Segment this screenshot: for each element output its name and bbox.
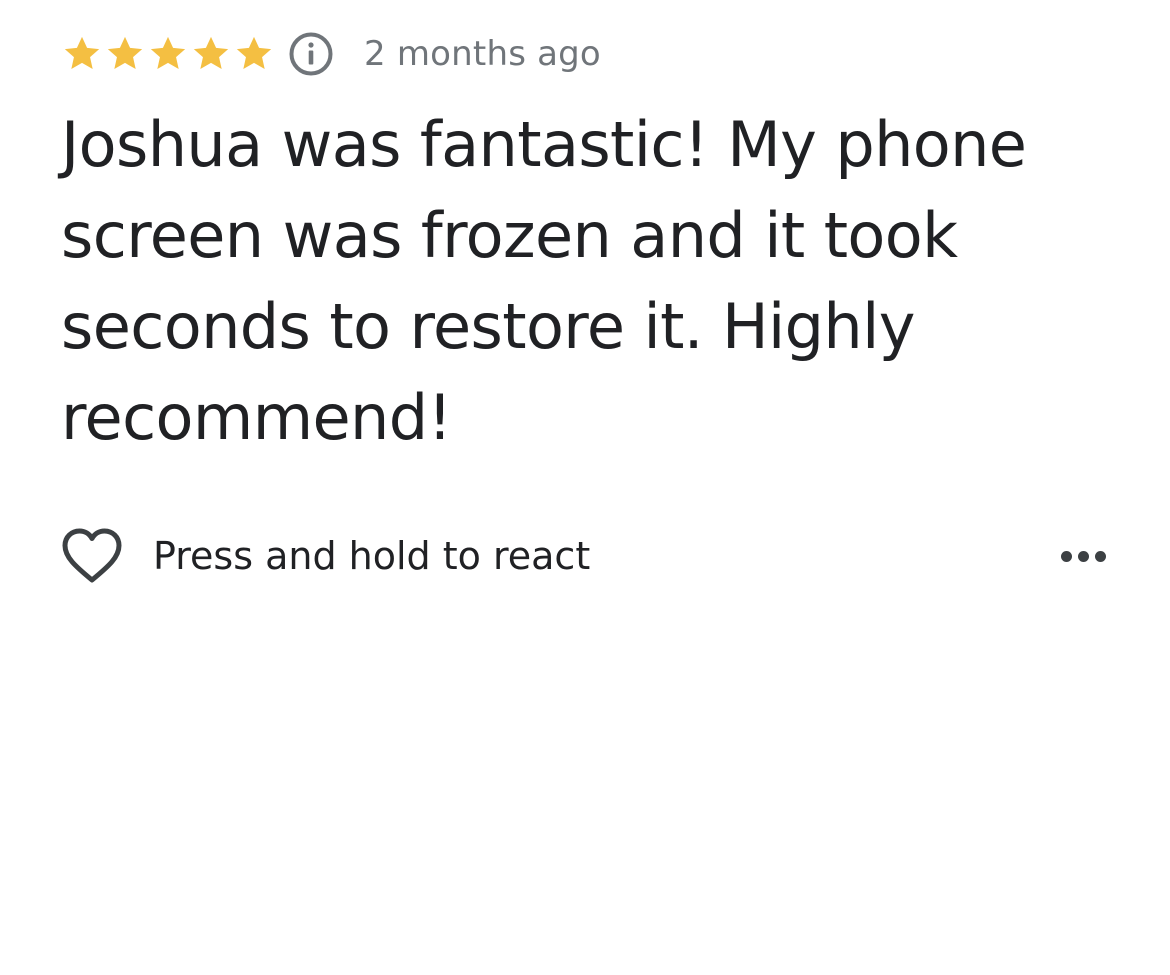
star-icon	[104, 33, 146, 75]
review-card: 2 months ago Joshua was fantastic! My ph…	[0, 0, 1170, 975]
star-icon	[147, 33, 189, 75]
info-icon[interactable]	[288, 31, 334, 77]
star-icon	[190, 33, 232, 75]
star-icon	[233, 33, 275, 75]
react-button[interactable]: Press and hold to react	[61, 520, 590, 592]
review-actions: Press and hold to react	[61, 520, 1106, 592]
star-rating	[61, 33, 275, 75]
review-meta: 2 months ago	[61, 28, 601, 80]
react-label: Press and hold to react	[153, 534, 591, 578]
more-horizontal-icon	[1078, 550, 1089, 562]
heart-outline-icon	[61, 527, 123, 585]
star-icon	[61, 33, 103, 75]
more-horizontal-icon	[1095, 550, 1106, 562]
more-horizontal-icon	[1061, 550, 1072, 562]
review-time: 2 months ago	[364, 34, 601, 74]
review-text: Joshua was fantastic! My phone screen wa…	[61, 108, 1027, 454]
more-options-button[interactable]	[1051, 541, 1106, 572]
